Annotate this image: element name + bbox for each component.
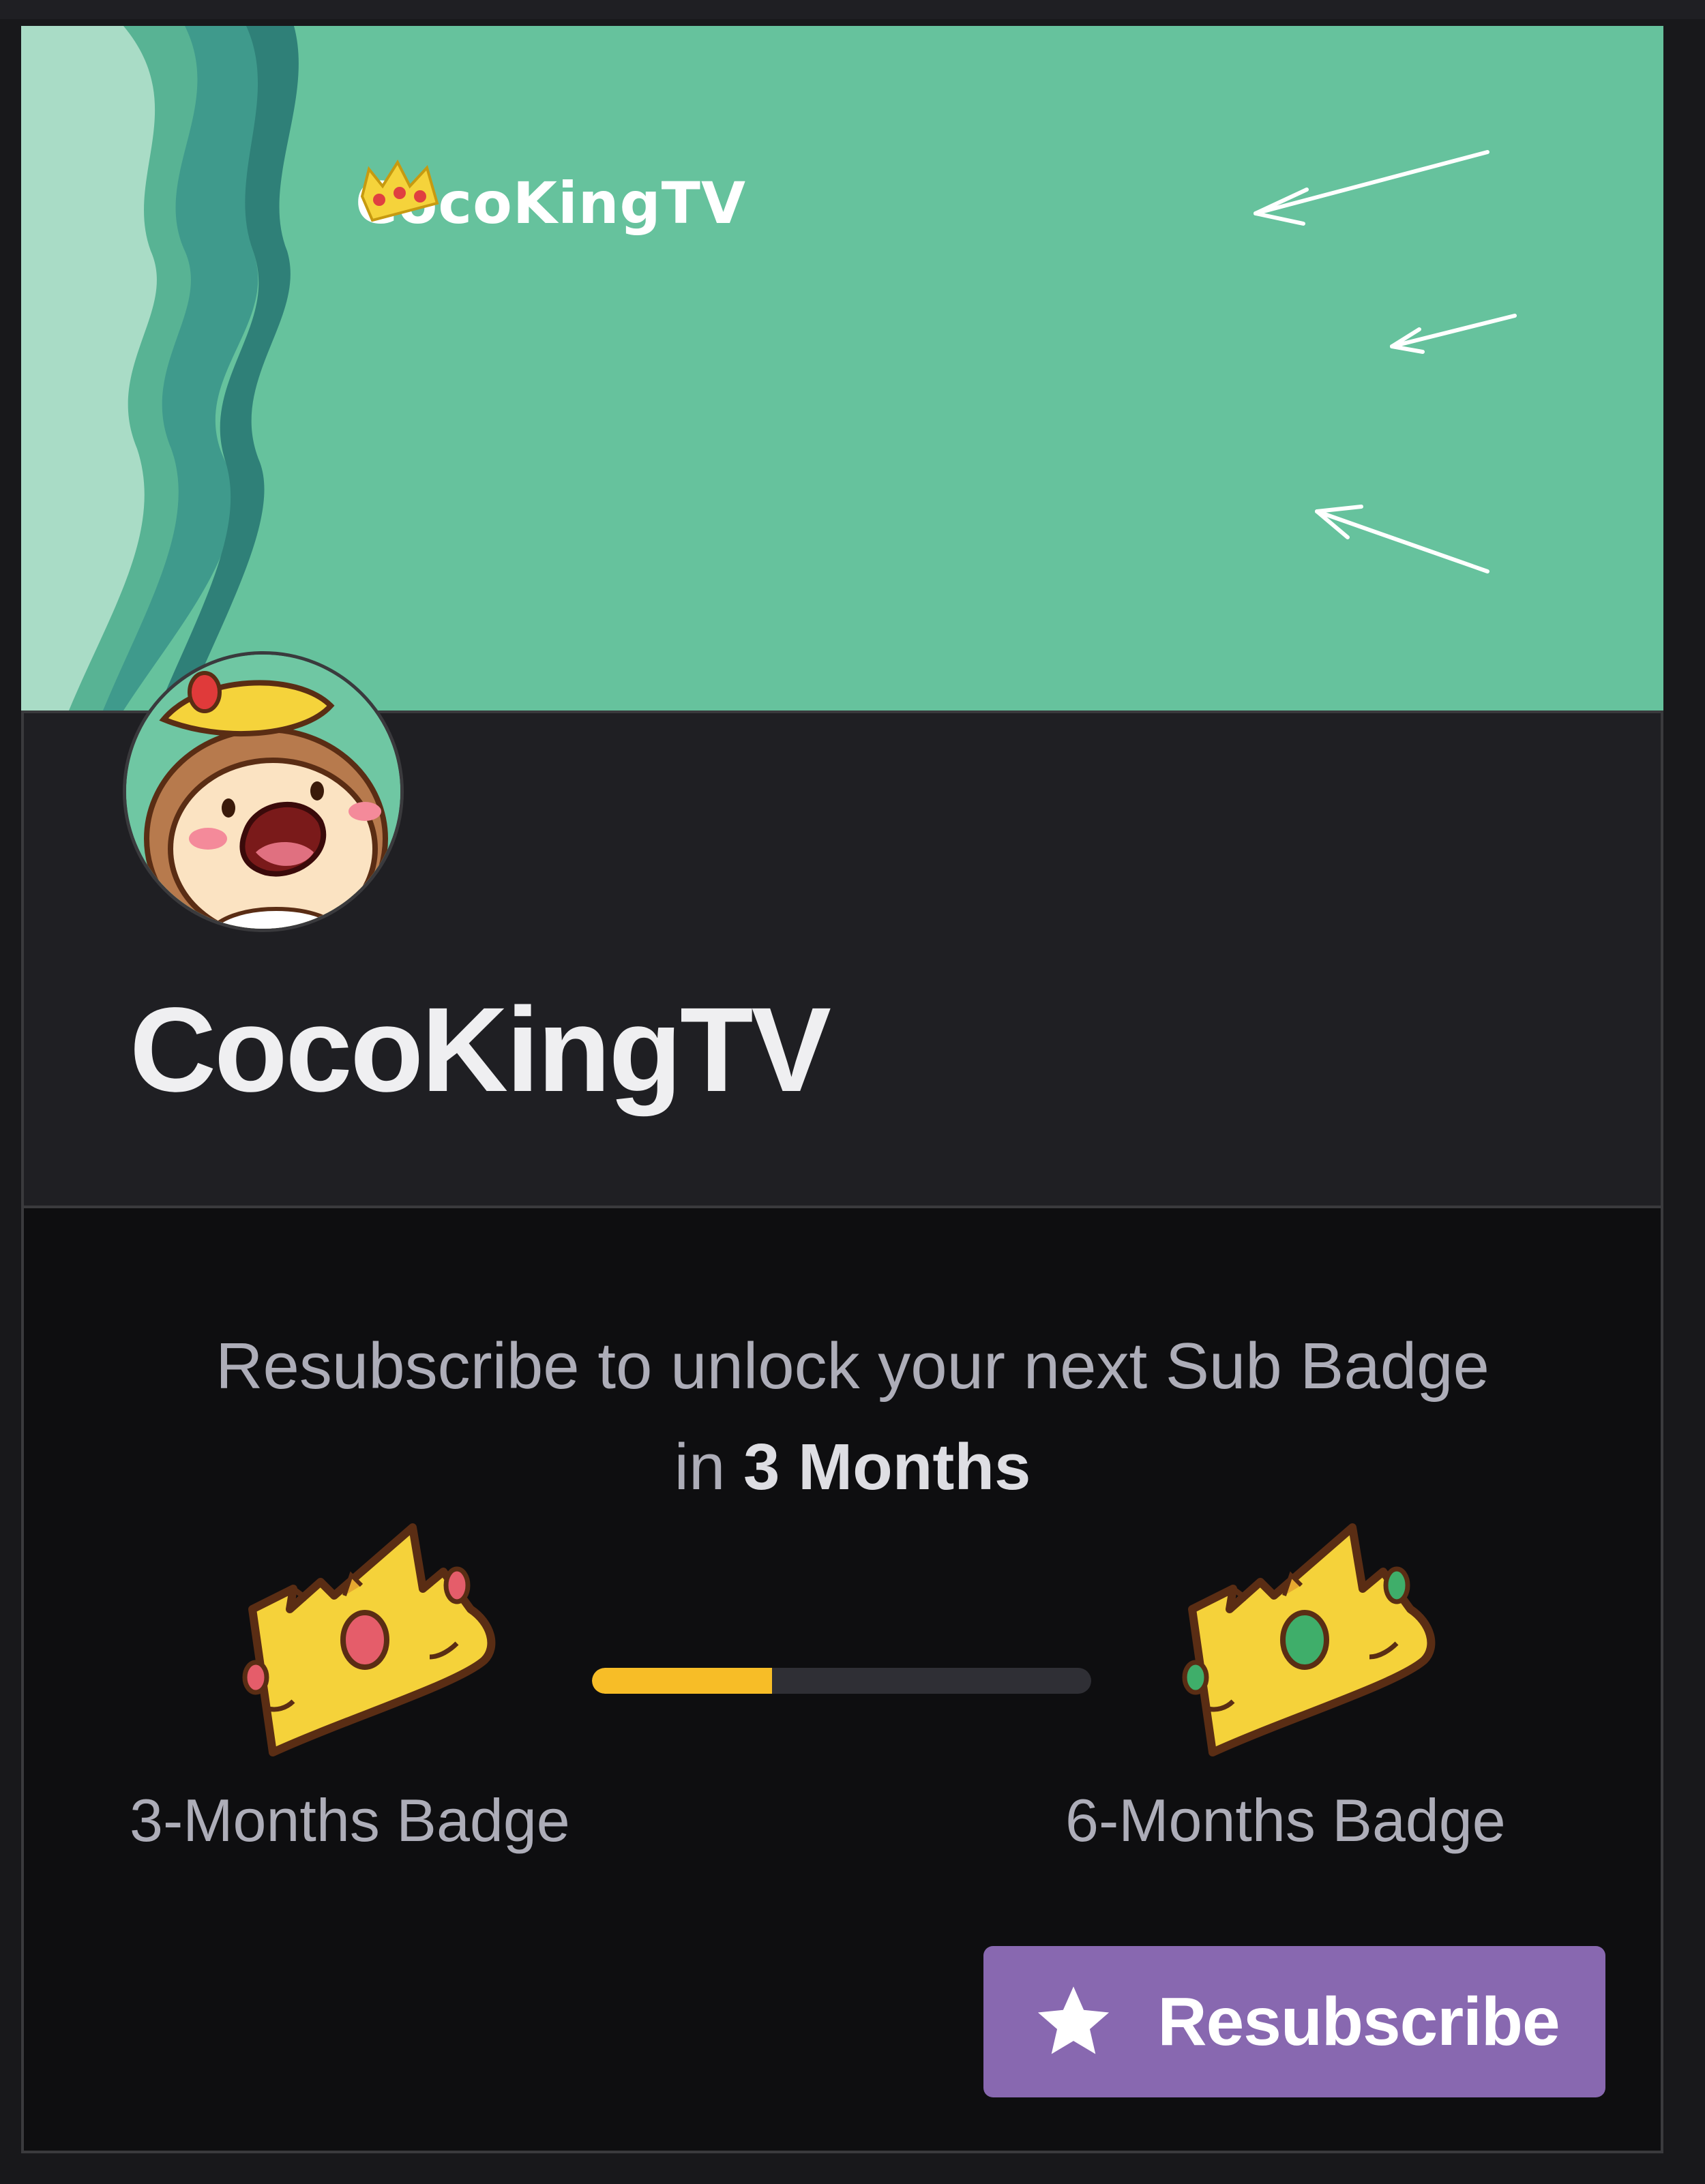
channel-avatar[interactable] xyxy=(123,651,404,932)
next-badge-label: 6-Months Badge xyxy=(1065,1786,1506,1854)
current-badge-label: 3-Months Badge xyxy=(130,1786,570,1854)
badge-progress-fill xyxy=(592,1668,772,1694)
promo-line-1: Resubscribe to unlock your next Sub Badg… xyxy=(216,1330,1489,1403)
cartoon-king-avatar-icon xyxy=(126,655,400,929)
banner-crown-icon xyxy=(360,159,439,222)
channel-banner: CocoKingTV xyxy=(21,26,1663,710)
next-badge xyxy=(1165,1514,1451,1759)
crown-green-gems-icon xyxy=(1182,1523,1436,1756)
channel-name[interactable]: CocoKingTV xyxy=(130,982,831,1118)
promo-highlight: 3 Months xyxy=(743,1431,1031,1504)
badge-progress-bar xyxy=(592,1668,1091,1694)
current-badge xyxy=(225,1514,512,1759)
banner-logo: CocoKingTV xyxy=(355,155,746,251)
resubscribe-button[interactable]: Resubscribe xyxy=(983,1946,1605,2097)
star-icon xyxy=(1038,1986,1110,2054)
resubscribe-label: Resubscribe xyxy=(1157,1983,1560,2060)
promo-prefix: in xyxy=(674,1431,726,1504)
promo-line-2: in 3 Months xyxy=(0,1417,1705,1518)
top-bar xyxy=(0,0,1705,19)
banner-art xyxy=(21,26,1517,710)
crown-red-gems-icon xyxy=(242,1523,496,1756)
